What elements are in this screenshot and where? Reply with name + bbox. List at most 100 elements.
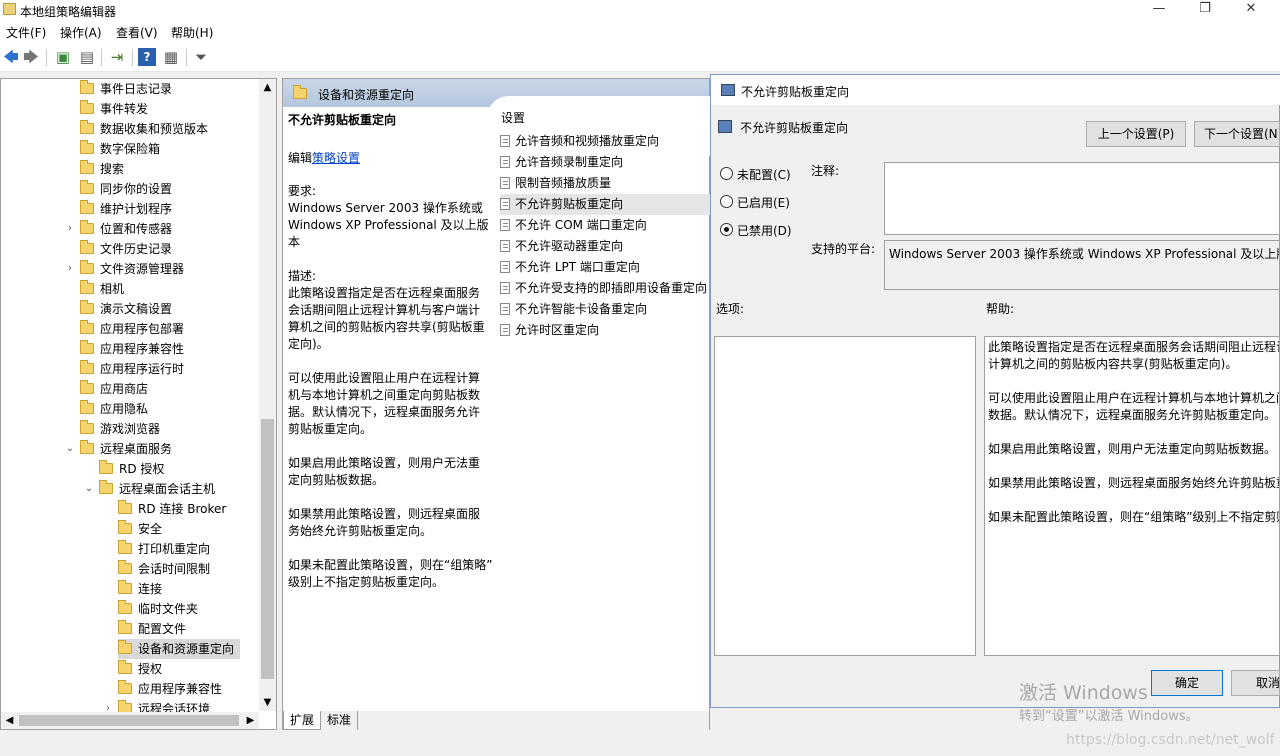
tree-node[interactable]: 维护计划程序 <box>80 199 178 219</box>
description-line: 此策略设置指定是否在远程桌面服务 <box>288 286 481 300</box>
tree-node[interactable]: 打印机重定向 <box>118 539 216 559</box>
scroll-left-icon[interactable]: ◀ <box>1 712 18 729</box>
comment-textarea[interactable] <box>884 162 1280 235</box>
menu-help[interactable]: 帮助(H) <box>171 24 213 41</box>
ok-button[interactable]: 确定 <box>1151 670 1223 696</box>
back-arrow-icon[interactable]: 🡄 <box>2 48 20 66</box>
tree-node[interactable]: 演示文稿设置 <box>80 299 178 319</box>
export-list-icon[interactable]: ⇥ <box>108 48 126 66</box>
radio-disabled[interactable] <box>720 223 733 236</box>
forward-arrow-icon[interactable]: 🡆 <box>22 48 40 66</box>
dialog-title-bar: 不允许剪贴板重定向 <box>711 75 1280 105</box>
tree-vertical-scrollbar[interactable]: ▲ ▼ <box>259 79 276 711</box>
tree-node[interactable]: 连接 <box>118 579 168 599</box>
filter-icon[interactable]: ⏷ <box>192 48 210 66</box>
setting-row[interactable]: 不允许受支持的即插即用设备重定向 <box>500 278 710 299</box>
tree-node[interactable]: 应用程序包部署 <box>80 319 190 339</box>
tab-extended[interactable]: 扩展 <box>283 711 322 730</box>
tree-node[interactable]: 设备和资源重定向 <box>118 639 241 659</box>
tree-node[interactable]: ⌄ 远程桌面会话主机 <box>85 479 221 499</box>
toolbar-separator <box>132 49 133 66</box>
radio-not-configured[interactable] <box>720 167 733 180</box>
radio-not-configured-label[interactable]: 未配置(C) <box>737 166 791 183</box>
menu-file[interactable]: 文件(F) <box>6 24 46 41</box>
setting-row[interactable]: 不允许剪贴板重定向 <box>500 194 710 215</box>
close-icon[interactable]: ✕ <box>1228 0 1274 20</box>
setting-row[interactable]: 不允许 COM 端口重定向 <box>500 215 710 236</box>
tree-node[interactable]: 临时文件夹 <box>118 599 204 619</box>
hscroll-thumb[interactable] <box>19 715 239 726</box>
properties-icon[interactable]: ▦ <box>162 48 180 66</box>
next-setting-button[interactable]: 下一个设置(N) <box>1194 121 1280 147</box>
settings-column-header[interactable]: 设置 <box>501 110 525 127</box>
folder-icon <box>118 540 132 554</box>
scroll-down-icon[interactable]: ▼ <box>259 694 276 711</box>
setting-row[interactable]: 允许音频和视频播放重定向 <box>500 131 710 152</box>
policy-document-icon <box>500 261 510 273</box>
tree-node[interactable]: 会话时间限制 <box>118 559 216 579</box>
description-line: 剪贴板重定向。 <box>288 422 373 436</box>
minimize-icon[interactable]: — <box>1136 0 1182 20</box>
scroll-right-icon[interactable]: ▶ <box>242 712 259 729</box>
cancel-button[interactable]: 取消 <box>1231 670 1280 696</box>
menu-view[interactable]: 查看(V) <box>116 24 158 41</box>
radio-enabled-label[interactable]: 已启用(E) <box>737 194 790 211</box>
maximize-icon[interactable]: ❐ <box>1182 0 1228 20</box>
radio-enabled[interactable] <box>720 195 733 208</box>
tree-node[interactable]: ⌄ 远程桌面服务 <box>66 439 178 459</box>
setting-row[interactable]: 允许音频录制重定向 <box>500 152 710 173</box>
tree-node[interactable]: 搜索 <box>80 159 130 179</box>
tree-node[interactable]: › 文件资源管理器 <box>68 259 190 279</box>
tree-node[interactable]: 数字保险箱 <box>80 139 166 159</box>
up-folder-icon[interactable]: ▣ <box>54 48 72 66</box>
scroll-thumb[interactable] <box>261 419 274 679</box>
expand-chevron-icon[interactable]: › <box>64 259 76 279</box>
tree-node[interactable]: › 位置和传感器 <box>68 219 178 239</box>
tree-node[interactable]: 游戏浏览器 <box>80 419 166 439</box>
folder-icon <box>118 580 132 594</box>
tree-node[interactable]: RD 连接 Broker <box>118 499 232 519</box>
tree-node[interactable]: 授权 <box>118 659 168 679</box>
tree-node[interactable]: 事件日志记录 <box>80 79 178 99</box>
setting-row[interactable]: 允许时区重定向 <box>500 320 710 341</box>
setting-label: 不允许受支持的即插即用设备重定向 <box>515 281 708 295</box>
scroll-up-icon[interactable]: ▲ <box>259 79 276 96</box>
tree-node[interactable]: 事件转发 <box>80 99 154 119</box>
tree-node[interactable]: 配置文件 <box>118 619 192 639</box>
previous-setting-button[interactable]: 上一个设置(P) <box>1086 121 1186 147</box>
collapse-chevron-icon[interactable]: ⌄ <box>64 439 76 459</box>
setting-label: 限制音频播放质量 <box>515 176 612 190</box>
show-hide-tree-icon[interactable]: ▤ <box>78 48 96 66</box>
tree-horizontal-scrollbar[interactable]: ◀ ▶ <box>1 712 259 729</box>
help-icon[interactable]: ? <box>138 48 156 66</box>
tree-node[interactable]: 数据收集和预览版本 <box>80 119 214 139</box>
setting-row[interactable]: 不允许智能卡设备重定向 <box>500 299 710 320</box>
setting-label: 不允许智能卡设备重定向 <box>515 302 648 316</box>
menu-action[interactable]: 操作(A) <box>60 24 102 41</box>
expand-chevron-icon[interactable]: › <box>64 219 76 239</box>
tree-node[interactable]: 应用隐私 <box>80 399 154 419</box>
collapse-chevron-icon[interactable]: ⌄ <box>83 479 95 499</box>
setting-row[interactable]: 不允许 LPT 端口重定向 <box>500 257 710 278</box>
tree-node[interactable]: 应用程序兼容性 <box>80 339 190 359</box>
comment-label: 注释: <box>811 164 840 178</box>
toolbar-separator <box>101 49 102 66</box>
tree-node[interactable]: 应用程序运行时 <box>80 359 190 379</box>
tree-node[interactable]: 同步你的设置 <box>80 179 178 199</box>
tree-node[interactable]: 应用商店 <box>80 379 154 399</box>
tab-standard[interactable]: 标准 <box>321 711 359 730</box>
description-line: 如果启用此策略设置，则用户无法重 <box>288 456 481 470</box>
setting-row[interactable]: 不允许驱动器重定向 <box>500 236 710 257</box>
edit-policy-link[interactable]: 策略设置 <box>312 151 360 165</box>
activation-watermark-subtitle: 转到“设置”以激活 Windows。 <box>1019 709 1199 724</box>
options-panel <box>714 336 976 656</box>
tree-node[interactable]: 文件历史记录 <box>80 239 178 259</box>
tree-node[interactable]: 安全 <box>118 519 168 539</box>
supported-platform-label: 支持的平台: <box>811 242 876 256</box>
tree-node[interactable]: 相机 <box>80 279 130 299</box>
tree-node[interactable]: 应用程序兼容性 <box>118 679 228 699</box>
radio-disabled-label[interactable]: 已禁用(D) <box>737 222 792 239</box>
tree-node-label: 事件转发 <box>100 102 149 116</box>
tree-node[interactable]: RD 授权 <box>99 459 170 479</box>
setting-row[interactable]: 限制音频播放质量 <box>500 173 710 194</box>
